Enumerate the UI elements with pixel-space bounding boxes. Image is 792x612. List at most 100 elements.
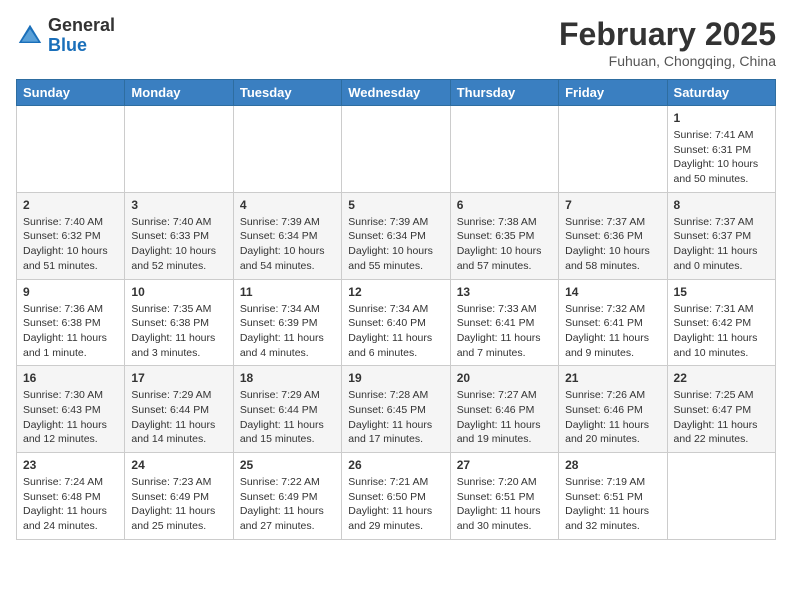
calendar-cell: 23 Sunrise: 7:24 AM Sunset: 6:48 PM Dayli… [17, 453, 125, 540]
calendar-table: SundayMondayTuesdayWednesdayThursdayFrid… [16, 79, 776, 540]
day-number: 13 [457, 285, 552, 299]
calendar-cell: 12 Sunrise: 7:34 AM Sunset: 6:40 PM Dayli… [342, 279, 450, 366]
day-info: Sunrise: 7:39 AM Sunset: 6:34 PM Dayligh… [240, 215, 335, 274]
calendar-cell: 7 Sunrise: 7:37 AM Sunset: 6:36 PM Daylig… [559, 192, 667, 279]
day-info: Sunrise: 7:36 AM Sunset: 6:38 PM Dayligh… [23, 302, 118, 361]
calendar-cell: 26Sunrise: 7:21 AM Sunset: 6:50 PM Dayli… [342, 453, 450, 540]
day-info: Sunrise: 7:40 AM Sunset: 6:33 PM Dayligh… [131, 215, 226, 274]
calendar-cell [342, 106, 450, 193]
day-info: Sunrise: 7:34 AM Sunset: 6:39 PM Dayligh… [240, 302, 335, 361]
calendar-cell: 28Sunrise: 7:19 AM Sunset: 6:51 PM Dayli… [559, 453, 667, 540]
calendar-week-row: 2 Sunrise: 7:40 AM Sunset: 6:32 PM Daylig… [17, 192, 776, 279]
day-info: Sunrise: 7:29 AM Sunset: 6:44 PM Dayligh… [131, 388, 226, 447]
calendar-cell [17, 106, 125, 193]
logo-general: General [48, 15, 115, 35]
day-number: 11 [240, 285, 335, 299]
calendar-week-row: 9 Sunrise: 7:36 AM Sunset: 6:38 PM Daylig… [17, 279, 776, 366]
day-info: Sunrise: 7:41 AM Sunset: 6:31 PM Dayligh… [674, 128, 769, 187]
day-info: Sunrise: 7:29 AM Sunset: 6:44 PM Dayligh… [240, 388, 335, 447]
calendar-cell: 1 Sunrise: 7:41 AM Sunset: 6:31 PM Daylig… [667, 106, 775, 193]
calendar-cell: 27 Sunrise: 7:20 AM Sunset: 6:51 PM Dayli… [450, 453, 558, 540]
day-info: Sunrise: 7:22 AM Sunset: 6:49 PM Dayligh… [240, 475, 335, 534]
day-number: 9 [23, 285, 118, 299]
calendar-cell [233, 106, 341, 193]
day-header-thursday: Thursday [450, 80, 558, 106]
day-number: 19 [348, 371, 443, 385]
day-number: 26 [348, 458, 443, 472]
day-number: 1 [674, 111, 769, 125]
day-info: Sunrise: 7:25 AM Sunset: 6:47 PM Dayligh… [674, 388, 769, 447]
day-info: Sunrise: 7:23 AM Sunset: 6:49 PM Dayligh… [131, 475, 226, 534]
day-info: Sunrise: 7:31 AM Sunset: 6:42 PM Dayligh… [674, 302, 769, 361]
calendar-cell: 21Sunrise: 7:26 AM Sunset: 6:46 PM Dayli… [559, 366, 667, 453]
day-number: 12 [348, 285, 443, 299]
calendar-week-row: 16 Sunrise: 7:30 AM Sunset: 6:43 PM Dayli… [17, 366, 776, 453]
logo-blue: Blue [48, 35, 87, 55]
month-year-title: February 2025 [559, 16, 776, 53]
day-info: Sunrise: 7:39 AM Sunset: 6:34 PM Dayligh… [348, 215, 443, 274]
calendar-cell: 20Sunrise: 7:27 AM Sunset: 6:46 PM Dayli… [450, 366, 558, 453]
day-info: Sunrise: 7:37 AM Sunset: 6:36 PM Dayligh… [565, 215, 660, 274]
page-header: General Blue February 2025 Fuhuan, Chong… [16, 16, 776, 69]
day-info: Sunrise: 7:37 AM Sunset: 6:37 PM Dayligh… [674, 215, 769, 274]
calendar-cell: 9 Sunrise: 7:36 AM Sunset: 6:38 PM Daylig… [17, 279, 125, 366]
calendar-cell: 17Sunrise: 7:29 AM Sunset: 6:44 PM Dayli… [125, 366, 233, 453]
day-info: Sunrise: 7:26 AM Sunset: 6:46 PM Dayligh… [565, 388, 660, 447]
title-block: February 2025 Fuhuan, Chongqing, China [559, 16, 776, 69]
day-number: 2 [23, 198, 118, 212]
calendar-cell: 15 Sunrise: 7:31 AM Sunset: 6:42 PM Dayli… [667, 279, 775, 366]
day-number: 15 [674, 285, 769, 299]
day-number: 4 [240, 198, 335, 212]
calendar-cell: 6 Sunrise: 7:38 AM Sunset: 6:35 PM Daylig… [450, 192, 558, 279]
day-number: 6 [457, 198, 552, 212]
day-number: 24 [131, 458, 226, 472]
day-info: Sunrise: 7:19 AM Sunset: 6:51 PM Dayligh… [565, 475, 660, 534]
day-info: Sunrise: 7:24 AM Sunset: 6:48 PM Dayligh… [23, 475, 118, 534]
day-info: Sunrise: 7:40 AM Sunset: 6:32 PM Dayligh… [23, 215, 118, 274]
calendar-cell [559, 106, 667, 193]
day-number: 27 [457, 458, 552, 472]
day-number: 25 [240, 458, 335, 472]
day-number: 22 [674, 371, 769, 385]
calendar-cell: 18 Sunrise: 7:29 AM Sunset: 6:44 PM Dayli… [233, 366, 341, 453]
day-number: 16 [23, 371, 118, 385]
day-number: 20 [457, 371, 552, 385]
calendar-week-row: 23 Sunrise: 7:24 AM Sunset: 6:48 PM Dayli… [17, 453, 776, 540]
day-number: 18 [240, 371, 335, 385]
calendar-cell: 5 Sunrise: 7:39 AM Sunset: 6:34 PM Daylig… [342, 192, 450, 279]
day-header-friday: Friday [559, 80, 667, 106]
calendar-cell: 3 Sunrise: 7:40 AM Sunset: 6:33 PM Daylig… [125, 192, 233, 279]
day-info: Sunrise: 7:35 AM Sunset: 6:38 PM Dayligh… [131, 302, 226, 361]
day-header-saturday: Saturday [667, 80, 775, 106]
day-header-tuesday: Tuesday [233, 80, 341, 106]
day-info: Sunrise: 7:20 AM Sunset: 6:51 PM Dayligh… [457, 475, 552, 534]
day-number: 23 [23, 458, 118, 472]
day-info: Sunrise: 7:33 AM Sunset: 6:41 PM Dayligh… [457, 302, 552, 361]
day-info: Sunrise: 7:32 AM Sunset: 6:41 PM Dayligh… [565, 302, 660, 361]
day-number: 3 [131, 198, 226, 212]
calendar-cell: 16 Sunrise: 7:30 AM Sunset: 6:43 PM Dayli… [17, 366, 125, 453]
calendar-cell: 13 Sunrise: 7:33 AM Sunset: 6:41 PM Dayli… [450, 279, 558, 366]
day-number: 5 [348, 198, 443, 212]
day-info: Sunrise: 7:30 AM Sunset: 6:43 PM Dayligh… [23, 388, 118, 447]
location-subtitle: Fuhuan, Chongqing, China [559, 53, 776, 69]
calendar-cell: 22 Sunrise: 7:25 AM Sunset: 6:47 PM Dayli… [667, 366, 775, 453]
logo-text: General Blue [48, 16, 115, 56]
day-number: 7 [565, 198, 660, 212]
day-header-wednesday: Wednesday [342, 80, 450, 106]
calendar-cell: 2 Sunrise: 7:40 AM Sunset: 6:32 PM Daylig… [17, 192, 125, 279]
day-number: 14 [565, 285, 660, 299]
day-header-sunday: Sunday [17, 80, 125, 106]
day-number: 10 [131, 285, 226, 299]
calendar-header-row: SundayMondayTuesdayWednesdayThursdayFrid… [17, 80, 776, 106]
calendar-cell: 10 Sunrise: 7:35 AM Sunset: 6:38 PM Dayli… [125, 279, 233, 366]
day-info: Sunrise: 7:34 AM Sunset: 6:40 PM Dayligh… [348, 302, 443, 361]
calendar-cell [450, 106, 558, 193]
calendar-cell: 8Sunrise: 7:37 AM Sunset: 6:37 PM Daylig… [667, 192, 775, 279]
logo-icon [16, 22, 44, 50]
day-info: Sunrise: 7:38 AM Sunset: 6:35 PM Dayligh… [457, 215, 552, 274]
calendar-cell: 25 Sunrise: 7:22 AM Sunset: 6:49 PM Dayli… [233, 453, 341, 540]
calendar-cell: 14 Sunrise: 7:32 AM Sunset: 6:41 PM Dayli… [559, 279, 667, 366]
day-header-monday: Monday [125, 80, 233, 106]
logo: General Blue [16, 16, 115, 56]
